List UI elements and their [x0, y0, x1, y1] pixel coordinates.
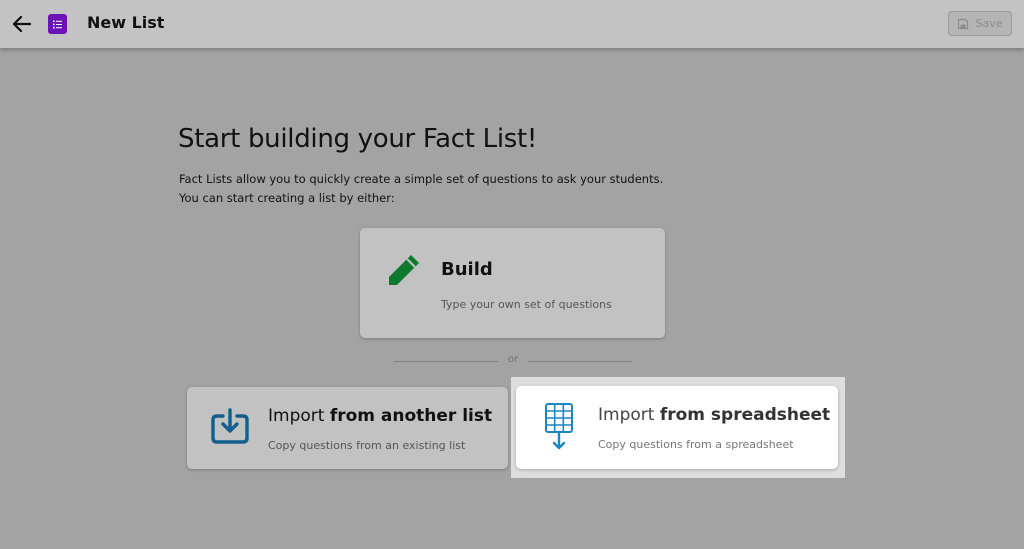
save-disk-icon — [958, 18, 969, 29]
import-from-list-title-bold: from another list — [329, 406, 493, 426]
divider-line-right — [528, 361, 632, 362]
import-from-list-title-prefix: Import — [268, 406, 330, 426]
import-from-list-description: Copy questions from an existing list — [268, 439, 466, 452]
import-from-spreadsheet-card[interactable]: Import from spreadsheet Copy questions f… — [516, 386, 838, 469]
spreadsheet-download-icon — [544, 402, 576, 452]
arrow-left-icon — [13, 16, 31, 32]
build-option-description: Type your own set of questions — [441, 298, 612, 311]
intro-line-1: Fact Lists allow you to quickly create a… — [179, 172, 664, 186]
import-from-list-title: Import from another list — [268, 406, 492, 426]
import-tray-icon — [209, 406, 251, 448]
save-button-label: Save — [975, 17, 1003, 30]
divider-text: or — [507, 354, 519, 365]
intro-line-2: You can start creating a list by either: — [179, 191, 395, 205]
import-from-spreadsheet-title: Import from spreadsheet — [598, 405, 830, 425]
main-heading: Start building your Fact List! — [178, 124, 538, 154]
build-option-card[interactable]: Build Type your own set of questions — [360, 228, 665, 338]
or-divider: or — [394, 354, 632, 368]
app-header: New List Save — [0, 0, 1024, 48]
pencil-icon — [384, 252, 422, 290]
import-from-spreadsheet-title-prefix: Import — [598, 405, 660, 425]
page-title: New List — [87, 13, 165, 32]
import-from-list-card[interactable]: Import from another list Copy questions … — [187, 387, 508, 469]
save-button[interactable]: Save — [948, 11, 1012, 36]
intro-text: Fact Lists allow you to quickly create a… — [179, 170, 699, 208]
import-from-spreadsheet-title-bold: from spreadsheet — [659, 405, 831, 425]
back-button[interactable] — [11, 13, 33, 35]
import-from-spreadsheet-description: Copy questions from a spreadsheet — [598, 438, 794, 451]
build-option-title: Build — [441, 259, 493, 280]
list-document-icon — [48, 14, 67, 34]
